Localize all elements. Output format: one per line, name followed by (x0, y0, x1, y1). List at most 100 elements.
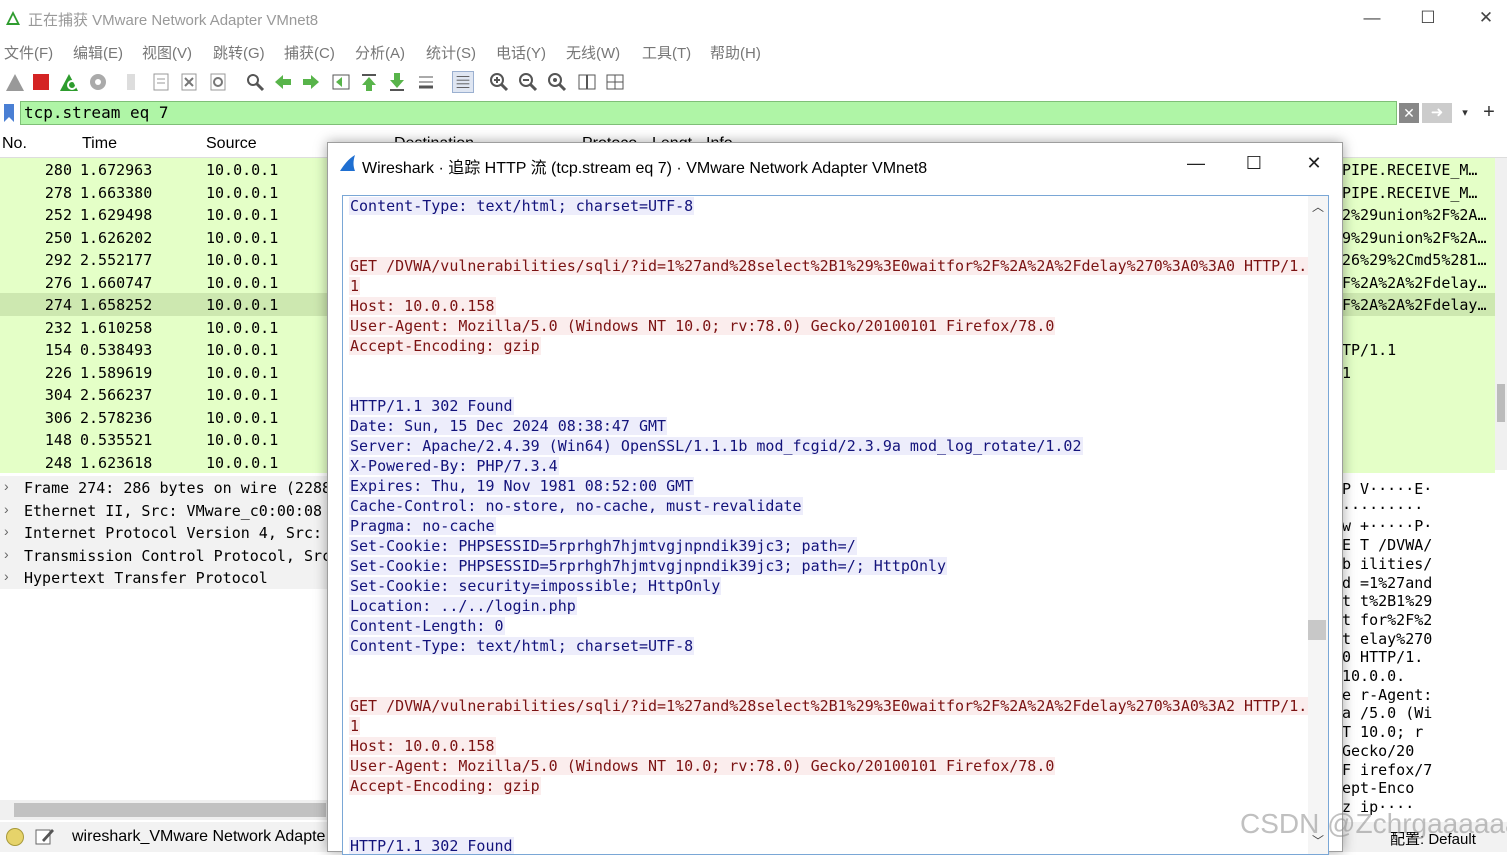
stop-capture-icon[interactable] (30, 71, 52, 93)
packet-info: F%2A%2A%2Fdelay… (1342, 296, 1487, 314)
scrollbar-thumb[interactable] (1497, 384, 1505, 422)
packet-source: 10.0.0.1 (206, 318, 279, 337)
find-packet-icon[interactable] (244, 71, 266, 93)
request-line: Accept-Encoding: gzip (349, 336, 541, 356)
bytes-row: w +·····P· (1342, 517, 1433, 536)
chevron-right-icon[interactable]: › (4, 523, 9, 539)
colorize-icon[interactable] (452, 71, 474, 93)
menu-statistics[interactable]: 统计(S) (426, 42, 476, 63)
detail-ethernet[interactable]: › Ethernet II, Src: VMware_c0:00:08 (0, 498, 330, 521)
minimize-button[interactable]: — (1360, 6, 1384, 30)
column-source[interactable]: Source (206, 135, 257, 153)
response-line: Content-Type: text/html; charset=UTF-8 (349, 636, 695, 656)
reload-file-icon[interactable] (207, 71, 229, 93)
add-filter-button-icon[interactable]: + (1478, 100, 1500, 124)
maximize-button[interactable]: ☐ (1416, 6, 1440, 30)
capture-options-icon[interactable] (87, 71, 109, 93)
line-text: Set-Cookie: security=impossible; HttpOnl… (349, 577, 722, 595)
response-line: Set-Cookie: PHPSESSID=5rprhgh7hjmtvgjnpn… (349, 536, 857, 556)
chevron-right-icon[interactable]: › (4, 546, 9, 562)
scrollbar-thumb[interactable] (1308, 620, 1326, 640)
stream-content[interactable]: Content-Type: text/html; charset=UTF-8 GE… (342, 195, 1329, 855)
capture-comment-icon[interactable] (34, 826, 56, 846)
packet-source: 10.0.0.1 (206, 273, 279, 292)
clear-filter-icon[interactable]: ✕ (1399, 103, 1419, 123)
bookmark-icon[interactable] (2, 103, 16, 123)
chevron-right-icon[interactable]: › (4, 501, 9, 517)
bytes-row: e r-Agent: (1342, 685, 1433, 704)
watermark-text: CSDN @Zchrgaaaaaa (1240, 808, 1507, 839)
detail-http[interactable]: › Hypertext Transfer Protocol (0, 566, 330, 589)
packet-details: › Frame 274: 286 bytes on wire (2288 › Eth… (0, 476, 330, 596)
menu-edit[interactable]: 编辑(E) (73, 42, 123, 63)
normal-size-icon[interactable] (546, 71, 568, 93)
line-text: Expires: Thu, 19 Nov 1981 08:52:00 GMT (349, 477, 695, 495)
packet-no: 306 (44, 408, 72, 427)
dialog-maximize-button[interactable]: ☐ (1242, 151, 1266, 175)
apply-filter-icon[interactable]: ➜ (1422, 103, 1452, 123)
packet-time: 1.623618 (80, 453, 153, 472)
blank-line (349, 356, 351, 376)
go-to-packet-icon[interactable] (330, 71, 352, 93)
line-text: 1 (349, 277, 361, 295)
line-text: X-Powered-By: PHP/7.3.4 (349, 457, 559, 475)
column-time[interactable]: Time (82, 135, 117, 153)
close-file-icon[interactable] (178, 71, 200, 93)
request-line: Host: 10.0.0.158 (349, 736, 496, 756)
menu-view[interactable]: 视图(V) (142, 42, 192, 63)
column-no[interactable]: No. (2, 135, 27, 153)
menu-capture[interactable]: 捕获(C) (284, 42, 335, 63)
blank-line (349, 216, 351, 236)
zoom-in-icon[interactable] (488, 71, 510, 93)
auto-scroll-icon[interactable] (415, 71, 437, 93)
go-forward-icon[interactable] (300, 71, 322, 93)
packet-info: 9%29union%2F%2A… (1342, 228, 1487, 247)
line-text: Accept-Encoding: gzip (349, 777, 541, 795)
expert-info-icon[interactable] (6, 828, 24, 846)
details-hscrollbar[interactable] (0, 800, 330, 820)
packet-time: 1.663380 (80, 183, 153, 202)
packet-no: 292 (44, 251, 72, 269)
packet-time: 1.629498 (80, 206, 153, 224)
detail-frame[interactable]: › Frame 274: 286 bytes on wire (2288 (0, 476, 330, 499)
chevron-right-icon[interactable]: › (4, 568, 9, 584)
menu-wireless[interactable]: 无线(W) (566, 42, 620, 63)
restart-capture-icon[interactable] (58, 71, 80, 93)
detail-ip[interactable]: › Internet Protocol Version 4, Src: (0, 521, 330, 544)
menu-help[interactable]: 帮助(H) (710, 42, 761, 63)
start-capture-icon[interactable] (4, 71, 26, 93)
dialog-minimize-button[interactable]: — (1184, 151, 1208, 175)
display-filter-bar: tcp.stream eq 7 ✕ ➜ ▾ + (0, 100, 1507, 126)
blank-line (349, 376, 351, 396)
stream-scrollbar[interactable]: ︿ ﹀ (1308, 196, 1328, 854)
packet-time: 1.660747 (80, 273, 153, 292)
go-last-packet-icon[interactable] (386, 71, 408, 93)
menu-telephony[interactable]: 电话(Y) (496, 42, 546, 63)
detail-tcp[interactable]: › Transmission Control Protocol, Src (0, 543, 330, 566)
zoom-out-icon[interactable] (517, 71, 539, 93)
scroll-up-icon[interactable]: ︿ (1308, 198, 1328, 215)
menu-go[interactable]: 跳转(G) (213, 42, 265, 63)
display-filter-input[interactable]: tcp.stream eq 7 (20, 101, 1397, 125)
packet-info: 2%29union%2F%2A… (1342, 206, 1487, 224)
dialog-close-button[interactable]: ✕ (1302, 151, 1326, 175)
packet-list-scrollbar[interactable] (1495, 158, 1507, 470)
line-text (349, 677, 351, 695)
packet-time: 2.552177 (80, 251, 153, 269)
save-file-icon[interactable] (150, 71, 172, 93)
go-back-icon[interactable] (272, 71, 294, 93)
menu-tools[interactable]: 工具(T) (642, 42, 691, 63)
open-file-icon[interactable] (122, 71, 144, 93)
resize-columns-icon[interactable] (576, 71, 598, 93)
close-button[interactable]: ✕ (1474, 6, 1498, 30)
menu-analyze[interactable]: 分析(A) (355, 42, 405, 63)
line-text: Content-Type: text/html; charset=UTF-8 (349, 637, 695, 655)
chevron-right-icon[interactable]: › (4, 478, 9, 494)
layout-icon[interactable] (604, 71, 626, 93)
filter-dropdown-icon[interactable]: ▾ (1456, 103, 1474, 123)
menu-file[interactable]: 文件(F) (4, 42, 53, 63)
go-first-packet-icon[interactable] (358, 71, 380, 93)
dialog-titlebar: Wireshark · 追踪 HTTP 流 (tcp.stream eq 7) … (328, 143, 1342, 183)
scrollbar-thumb[interactable] (14, 803, 326, 817)
line-text (349, 817, 351, 835)
